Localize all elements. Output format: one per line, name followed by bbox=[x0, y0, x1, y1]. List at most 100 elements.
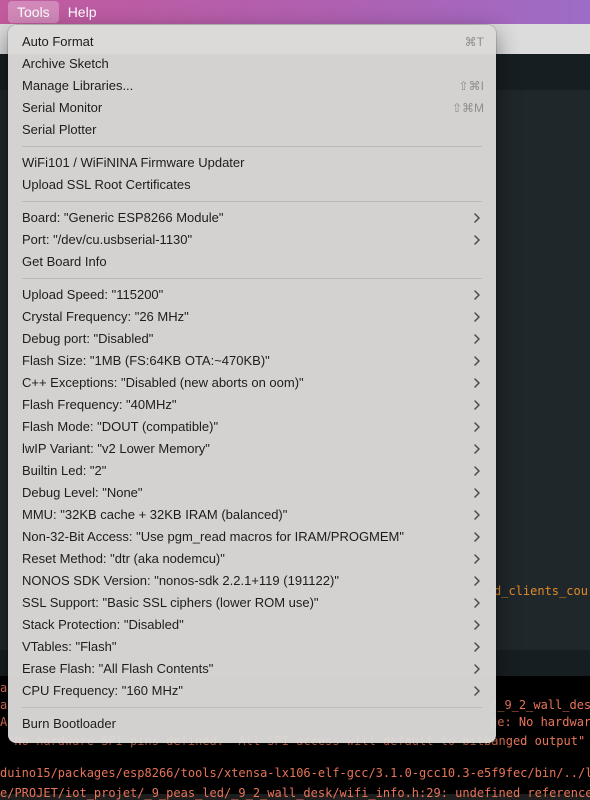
chevron-right-icon bbox=[474, 510, 480, 520]
menu-item-label: Flash Size: "1MB (FS:64KB OTA:~470KB)" bbox=[22, 353, 270, 368]
chevron-right-icon bbox=[474, 290, 480, 300]
menu-item-label: Archive Sketch bbox=[22, 56, 109, 71]
menu-item-manage-libraries[interactable]: Manage Libraries... ⇧⌘I bbox=[8, 75, 496, 97]
console-line: A bbox=[0, 715, 8, 729]
menubar-help[interactable]: Help bbox=[59, 1, 106, 23]
menu-item-debug-port[interactable]: Debug port: "Disabled" bbox=[8, 328, 496, 350]
menu-item-label: Auto Format bbox=[22, 34, 94, 49]
menu-item-erase-flash[interactable]: Erase Flash: "All Flash Contents" bbox=[8, 658, 496, 680]
menu-item-debug-level[interactable]: Debug Level: "None" bbox=[8, 482, 496, 504]
menu-item-label: MMU: "32KB cache + 32KB IRAM (balanced)" bbox=[22, 507, 288, 522]
menu-item-label: Serial Plotter bbox=[22, 122, 97, 137]
menu-item-shortcut: ⇧⌘I bbox=[458, 79, 484, 93]
menu-item-burn-bootloader[interactable]: Burn Bootloader bbox=[8, 713, 496, 735]
chevron-right-icon bbox=[474, 576, 480, 586]
chevron-right-icon bbox=[474, 642, 480, 652]
menu-item-shortcut: ⌘T bbox=[464, 35, 484, 49]
menu-item-label: Port: "/dev/cu.usbserial-1130" bbox=[22, 232, 193, 247]
menu-item-label: Flash Frequency: "40MHz" bbox=[22, 397, 177, 412]
menu-item-label: Debug Level: "None" bbox=[22, 485, 143, 500]
menu-item-cpu-frequency[interactable]: CPU Frequency: "160 MHz" bbox=[8, 680, 496, 702]
chevron-right-icon bbox=[474, 554, 480, 564]
menu-item-port[interactable]: Port: "/dev/cu.usbserial-1130" bbox=[8, 229, 496, 251]
menu-separator bbox=[22, 278, 482, 279]
menu-item-serial-plotter[interactable]: Serial Plotter bbox=[8, 119, 496, 141]
menu-item-archive-sketch[interactable]: Archive Sketch bbox=[8, 53, 496, 75]
menu-item-label: Builtin Led: "2" bbox=[22, 463, 107, 478]
menu-item-builtin-led[interactable]: Builtin Led: "2" bbox=[8, 460, 496, 482]
menubar-tools[interactable]: Tools bbox=[8, 1, 59, 23]
chevron-right-icon bbox=[474, 532, 480, 542]
editor-code-fragment: d_clients_cou bbox=[494, 584, 588, 598]
menu-item-upload-ssl-root-certificates[interactable]: Upload SSL Root Certificates bbox=[8, 174, 496, 196]
menu-item-vtables[interactable]: VTables: "Flash" bbox=[8, 636, 496, 658]
menu-separator bbox=[22, 201, 482, 202]
chevron-right-icon bbox=[474, 444, 480, 454]
menu-item-board[interactable]: Board: "Generic ESP8266 Module" bbox=[8, 207, 496, 229]
menu-item-label: Debug port: "Disabled" bbox=[22, 331, 154, 346]
menu-item-label: C++ Exceptions: "Disabled (new aborts on… bbox=[22, 375, 304, 390]
menu-item-auto-format[interactable]: Auto Format ⌘T bbox=[8, 31, 496, 53]
menu-item-label: Upload Speed: "115200" bbox=[22, 287, 164, 302]
menu-item-crystal-frequency[interactable]: Crystal Frequency: "26 MHz" bbox=[8, 306, 496, 328]
chevron-right-icon bbox=[474, 466, 480, 476]
chevron-right-icon bbox=[474, 400, 480, 410]
chevron-right-icon bbox=[474, 356, 480, 366]
menu-item-stack-protection[interactable]: Stack Protection: "Disabled" bbox=[8, 614, 496, 636]
menu-item-label: Erase Flash: "All Flash Contents" bbox=[22, 661, 214, 676]
menu-item-label: Non-32-Bit Access: "Use pgm_read macros … bbox=[22, 529, 405, 544]
macos-menu-bar: Tools Help bbox=[0, 0, 590, 24]
console-line-fragment: ge: No hardwar bbox=[490, 715, 590, 729]
chevron-right-icon bbox=[474, 334, 480, 344]
menu-item-c-exceptions[interactable]: C++ Exceptions: "Disabled (new aborts on… bbox=[8, 372, 496, 394]
menu-item-get-board-info[interactable]: Get Board Info bbox=[8, 251, 496, 273]
menu-item-mmu[interactable]: MMU: "32KB cache + 32KB IRAM (balanced)" bbox=[8, 504, 496, 526]
menu-item-label: Serial Monitor bbox=[22, 100, 103, 115]
menu-item-label: Get Board Info bbox=[22, 254, 107, 269]
chevron-right-icon bbox=[474, 422, 480, 432]
menu-item-label: NONOS SDK Version: "nonos-sdk 2.2.1+119 … bbox=[22, 573, 339, 588]
chevron-right-icon bbox=[474, 664, 480, 674]
console-line: duino15/packages/esp8266/tools/xtensa-lx… bbox=[0, 766, 590, 780]
menu-item-label: Reset Method: "dtr (aka nodemcu)" bbox=[22, 551, 225, 566]
menu-item-wifi101-wifinina-firmware-updater[interactable]: WiFi101 / WiFiNINA Firmware Updater bbox=[8, 152, 496, 174]
menu-item-flash-size[interactable]: Flash Size: "1MB (FS:64KB OTA:~470KB)" bbox=[8, 350, 496, 372]
menu-item-flash-mode[interactable]: Flash Mode: "DOUT (compatible)" bbox=[8, 416, 496, 438]
menu-item-ssl-support[interactable]: SSL Support: "Basic SSL ciphers (lower R… bbox=[8, 592, 496, 614]
menu-item-upload-speed[interactable]: Upload Speed: "115200" bbox=[8, 284, 496, 306]
menu-item-label: CPU Frequency: "160 MHz" bbox=[22, 683, 183, 698]
menu-item-label: WiFi101 / WiFiNINA Firmware Updater bbox=[22, 155, 245, 170]
menu-item-reset-method[interactable]: Reset Method: "dtr (aka nodemcu)" bbox=[8, 548, 496, 570]
menu-item-label: Crystal Frequency: "26 MHz" bbox=[22, 309, 189, 324]
console-line: a bbox=[0, 681, 8, 695]
menu-item-label: Manage Libraries... bbox=[22, 78, 134, 93]
chevron-right-icon bbox=[474, 488, 480, 498]
menu-item-label: lwIP Variant: "v2 Lower Memory" bbox=[22, 441, 210, 456]
menu-item-flash-frequency[interactable]: Flash Frequency: "40MHz" bbox=[8, 394, 496, 416]
chevron-right-icon bbox=[474, 235, 480, 245]
chevron-right-icon bbox=[474, 312, 480, 322]
menu-item-label: Burn Bootloader bbox=[22, 716, 116, 731]
chevron-right-icon bbox=[474, 620, 480, 630]
menu-item-label: VTables: "Flash" bbox=[22, 639, 117, 654]
menu-separator bbox=[22, 146, 482, 147]
menu-item-nonos-sdk-version[interactable]: NONOS SDK Version: "nonos-sdk 2.2.1+119 … bbox=[8, 570, 496, 592]
menu-item-non-32-bit-access[interactable]: Non-32-Bit Access: "Use pgm_read macros … bbox=[8, 526, 496, 548]
menu-item-lwip-variant[interactable]: lwIP Variant: "v2 Lower Memory" bbox=[8, 438, 496, 460]
chevron-right-icon bbox=[474, 378, 480, 388]
chevron-right-icon bbox=[474, 213, 480, 223]
menu-item-label: Flash Mode: "DOUT (compatible)" bbox=[22, 419, 219, 434]
menu-item-serial-monitor[interactable]: Serial Monitor ⇧⌘M bbox=[8, 97, 496, 119]
menu-item-label: Stack Protection: "Disabled" bbox=[22, 617, 184, 632]
menu-item-label: Board: "Generic ESP8266 Module" bbox=[22, 210, 224, 225]
chevron-right-icon bbox=[474, 598, 480, 608]
console-line: a bbox=[0, 698, 8, 712]
console-line-fragment: /_9_2_wall_des bbox=[490, 698, 590, 712]
menu-separator bbox=[22, 707, 482, 708]
console-line: e/PROJET/iot_projet/_9_peas_led/_9_2_wal… bbox=[0, 786, 590, 800]
chevron-right-icon bbox=[474, 686, 480, 696]
tools-dropdown-menu: Auto Format ⌘T Archive Sketch Manage Librar… bbox=[8, 25, 496, 743]
menu-item-label: Upload SSL Root Certificates bbox=[22, 177, 191, 192]
menu-item-label: SSL Support: "Basic SSL ciphers (lower R… bbox=[22, 595, 319, 610]
menu-item-shortcut: ⇧⌘M bbox=[451, 101, 484, 115]
